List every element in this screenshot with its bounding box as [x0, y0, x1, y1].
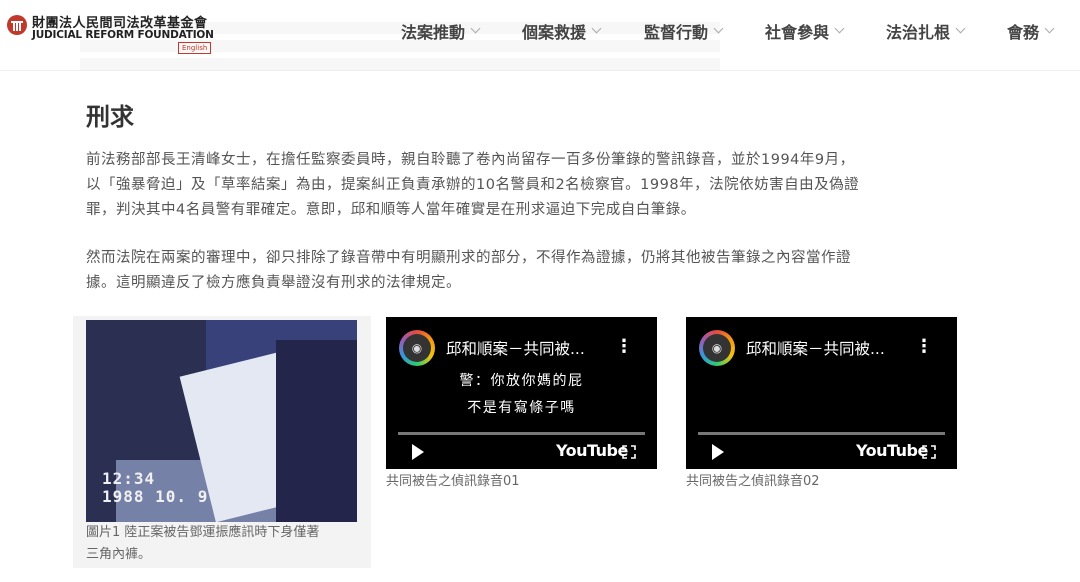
- paragraph-line: 以「強暴脅迫」及「草率結案」為由，提案糾正負責承辦的10名警員和2名檢察官。19…: [86, 177, 860, 193]
- nav-item-rescue[interactable]: 個案救援: [522, 20, 602, 42]
- nav-item-monitor[interactable]: 監督行動: [644, 20, 724, 42]
- timestamp-date: 1988 10. 9: [102, 487, 209, 506]
- timestamp-time: 12:34: [102, 469, 156, 488]
- play-icon[interactable]: [712, 444, 724, 460]
- youtube-embed-2[interactable]: ◉ 邱和順案－共同被... ⋮ YouTube: [686, 317, 957, 469]
- chevron-down-icon: [470, 23, 481, 34]
- nav-label: 會務: [1007, 23, 1040, 42]
- progress-bar[interactable]: [398, 432, 645, 435]
- channel-avatar-icon: ◉: [403, 334, 431, 362]
- interrogation-photo[interactable]: 12:34 1988 10. 9: [86, 320, 357, 522]
- nav-item-affairs[interactable]: 會務: [1007, 20, 1055, 42]
- photo-figure: 12:34 1988 10. 9 圖片1 陸正案被告鄧運振應訊時下身僅著 三角內…: [73, 316, 371, 568]
- youtube-logo[interactable]: YouTube: [856, 441, 928, 460]
- nav-label: 法案推動: [401, 23, 466, 42]
- paragraph-2: 然而法院在兩案的審理中，卻只排除了錄音帶中有明顯刑求的部分，不得作為證據，仍將其…: [86, 246, 986, 296]
- progress-bar[interactable]: [698, 432, 945, 435]
- chevron-down-icon: [591, 23, 602, 34]
- paragraph-line: 據。這明顯違反了檢方應負責舉證沒有刑求的法律規定。: [86, 275, 461, 291]
- channel-avatar[interactable]: ◉: [399, 330, 435, 366]
- chevron-down-icon: [834, 23, 845, 34]
- video-caption-1: 共同被告之偵訊錄音01: [386, 474, 520, 489]
- paragraph-line: 前法務部部長王清峰女士，在擔任監察委員時，親自聆聽了卷內尚留存一百多份筆錄的警訊…: [86, 152, 855, 168]
- fullscreen-icon[interactable]: [922, 445, 936, 459]
- nav-label: 社會參與: [765, 23, 830, 42]
- chevron-down-icon: [1044, 23, 1055, 34]
- nav-item-bills[interactable]: 法案推動: [401, 20, 481, 42]
- video-subtitle: 不是有寫條子嗎: [467, 400, 576, 416]
- caption-line: 三角內褲。: [86, 547, 152, 562]
- english-link[interactable]: English: [178, 42, 212, 54]
- paragraph-1: 前法務部部長王清峰女士，在擔任監察委員時，親自聆聽了卷內尚留存一百多份筆錄的警訊…: [86, 148, 986, 223]
- caption-line: 圖片1 陸正案被告鄧運振應訊時下身僅著: [86, 525, 320, 540]
- more-options-icon[interactable]: ⋮: [915, 336, 933, 357]
- nav-label: 監督行動: [644, 23, 709, 42]
- section-title: 刑求: [86, 103, 134, 131]
- logo-english-name: JUDICIAL REFORM FOUNDATION: [32, 29, 214, 41]
- fullscreen-icon[interactable]: [622, 445, 636, 459]
- paragraph-line: 罪，判決其中4名員警有罪確定。意即，邱和順等人當年確實是在刑求逼迫下完成自白筆錄…: [86, 202, 696, 218]
- chevron-down-icon: [955, 23, 966, 34]
- nav-item-education[interactable]: 法治扎根: [886, 20, 966, 42]
- nav-label: 個案救援: [522, 23, 587, 42]
- chevron-down-icon: [713, 23, 724, 34]
- site-logo[interactable]: 財團法人民間司法改革基金會 JUDICIAL REFORM FOUNDATION…: [6, 10, 221, 56]
- play-icon[interactable]: [412, 444, 424, 460]
- nav-item-social[interactable]: 社會參與: [765, 20, 845, 42]
- logo-mark-icon: [7, 15, 27, 35]
- video-title[interactable]: 邱和順案－共同被...: [746, 337, 885, 359]
- nav-label: 法治扎根: [886, 23, 951, 42]
- channel-avatar-icon: ◉: [703, 334, 731, 362]
- more-options-icon[interactable]: ⋮: [615, 336, 633, 357]
- youtube-embed-1[interactable]: ◉ 邱和順案－共同被... ⋮ 警：你放你媽的屁 不是有寫條子嗎 YouTube: [386, 317, 657, 469]
- photo-caption: 圖片1 陸正案被告鄧運振應訊時下身僅著 三角內褲。: [86, 522, 319, 566]
- paragraph-line: 然而法院在兩案的審理中，卻只排除了錄音帶中有明顯刑求的部分，不得作為證據，仍將其…: [86, 250, 851, 266]
- channel-avatar[interactable]: ◉: [699, 330, 735, 366]
- video-caption-2: 共同被告之偵訊錄音02: [686, 474, 820, 489]
- youtube-logo[interactable]: YouTube: [556, 441, 628, 460]
- site-header: 財團法人民間司法改革基金會 JUDICIAL REFORM FOUNDATION…: [0, 0, 1080, 71]
- photo-timestamp: 12:34 1988 10. 9: [102, 470, 208, 506]
- video-title[interactable]: 邱和順案－共同被...: [446, 337, 585, 359]
- video-subtitle: 警：你放你媽的屁: [459, 373, 584, 389]
